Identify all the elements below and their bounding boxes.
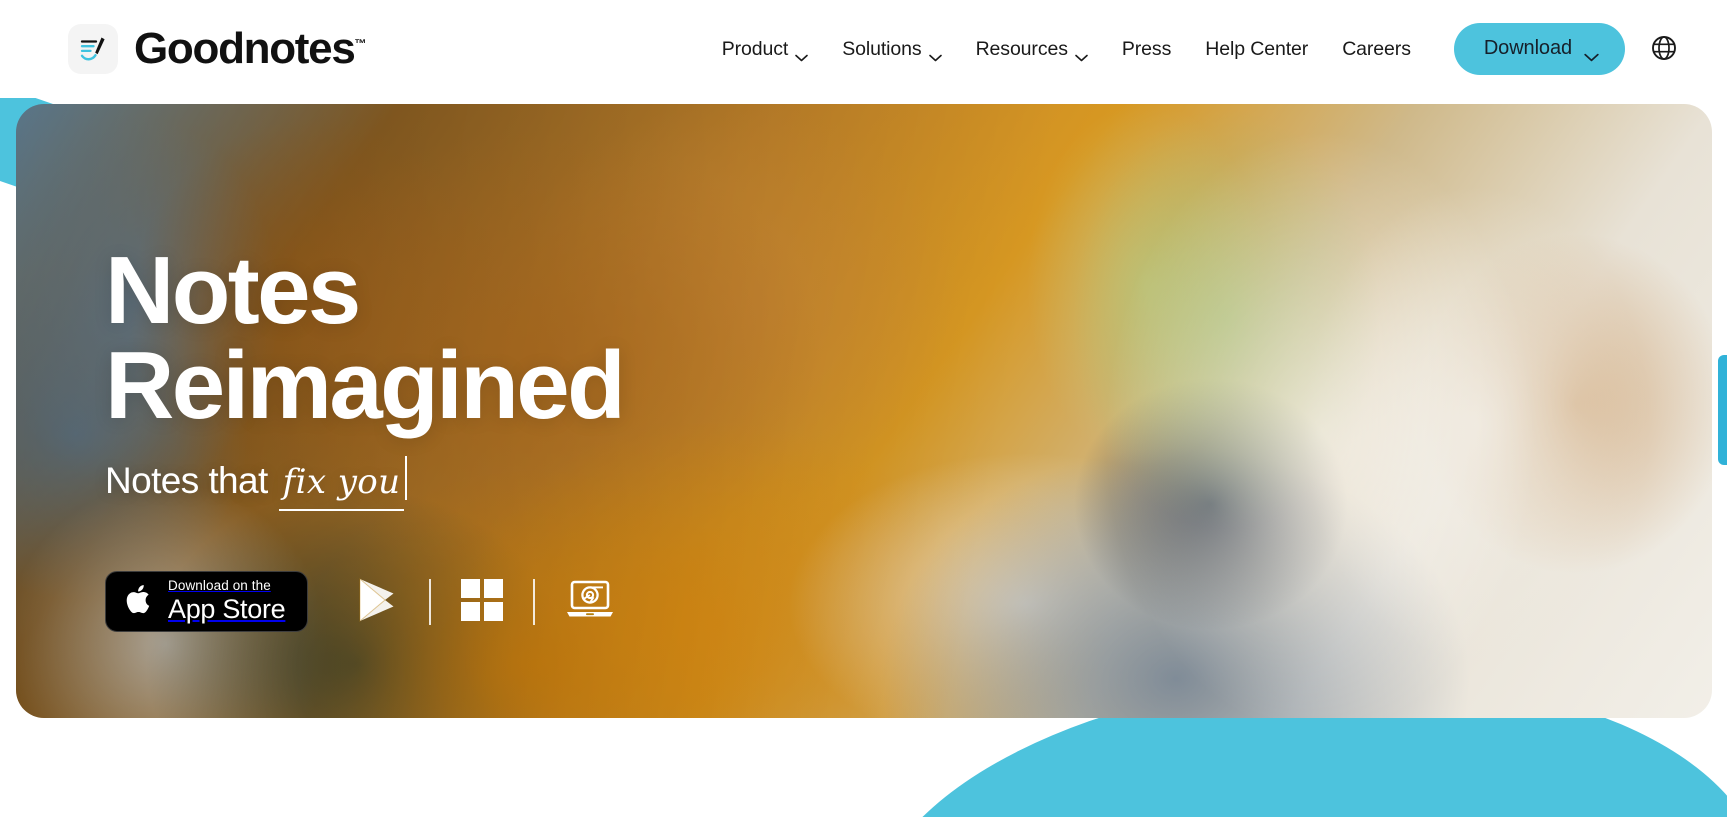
nav-item-label: Help Center [1205, 37, 1309, 60]
goodnotes-pen-notes-icon [68, 24, 118, 74]
hero-subtitle: Notes that fix you [105, 456, 623, 512]
nav-item-help-center[interactable]: Help Center [1188, 28, 1325, 71]
store-divider [429, 578, 431, 625]
hero-title-line-2: Reimagined [105, 331, 626, 439]
store-divider [532, 578, 535, 625]
nav-item-resources[interactable]: Resources [959, 28, 1105, 71]
main-navigation: Product Solutions Resources Press Help C… [705, 23, 1681, 75]
language-selector-button[interactable] [1647, 32, 1681, 66]
hero-content: Notes Reimagined Notes that fix you Down… [105, 237, 626, 633]
nav-item-label: Resources [975, 37, 1068, 60]
nav-item-careers[interactable]: Careers [1325, 28, 1428, 71]
apple-icon [125, 581, 155, 622]
site-header: Goodnotes™ Product Solutions Resources P… [0, 0, 1727, 98]
brand-name: Goodnotes™ [134, 24, 367, 73]
app-store-badge-text: Download on the App Store [168, 578, 286, 624]
app-store-badge[interactable]: Download on the App Store [105, 571, 309, 633]
globe-icon [1650, 34, 1678, 65]
nav-item-solutions[interactable]: Solutions [825, 28, 958, 71]
download-button-label: Download [1483, 37, 1572, 59]
hero-section: Notes Reimagined Notes that fix you Down… [16, 104, 1712, 718]
page-root: Goodnotes™ Product Solutions Resources P… [0, 0, 1727, 817]
nav-item-label: Solutions [842, 37, 922, 60]
hero-title-line-1: Notes [105, 237, 361, 344]
google-play-button[interactable]: Google Play [355, 576, 399, 627]
windows-icon [460, 579, 503, 624]
chevron-down-icon [795, 45, 809, 62]
decorative-teal-edge-right [1718, 355, 1727, 465]
app-store-big-label: App Store [168, 593, 286, 624]
app-store-small-label: Download on the [168, 578, 271, 594]
google-play-icon [355, 576, 399, 627]
chevron-down-icon [928, 45, 942, 62]
nav-item-label: Product [721, 37, 789, 60]
trademark-symbol: ™ [354, 36, 367, 51]
nav-item-press[interactable]: Press [1105, 28, 1188, 71]
nav-item-label: Press [1121, 37, 1172, 60]
chromebook-button[interactable]: Chromebook [565, 579, 615, 624]
hero-subtitle-emphasis: fix you [278, 456, 408, 512]
chevron-down-icon [1584, 45, 1599, 61]
chevron-down-icon [1075, 45, 1088, 62]
nav-item-label: Careers [1342, 37, 1411, 60]
store-badges-row: Download on the App Store Google Play [105, 571, 623, 633]
brand-logo-link[interactable]: Goodnotes™ [68, 24, 367, 74]
hero-title: Notes Reimagined [105, 237, 626, 439]
chromebook-chrome-icon [565, 579, 615, 624]
nav-item-product[interactable]: Product [705, 28, 826, 71]
hero-subtitle-prefix: Notes that [105, 460, 268, 502]
windows-button[interactable]: Windows [460, 579, 503, 624]
download-button[interactable]: Download [1453, 23, 1625, 75]
